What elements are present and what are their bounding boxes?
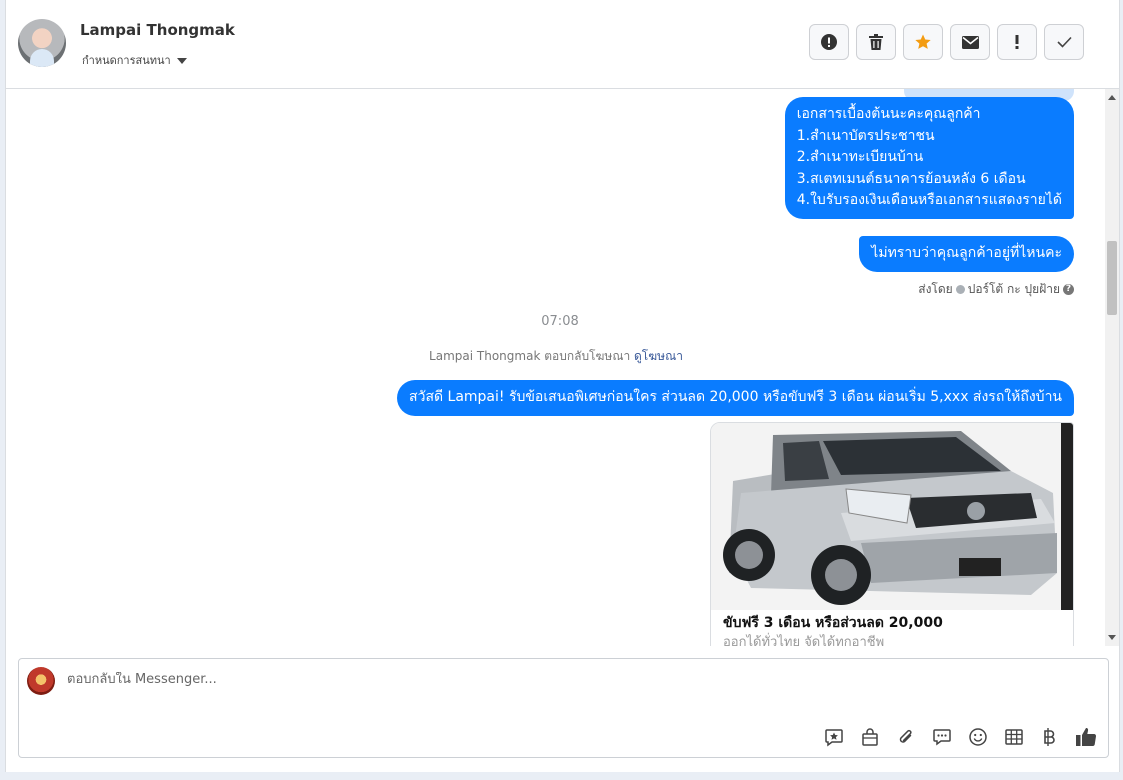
follow-up-button[interactable]: [997, 24, 1037, 60]
message-thread[interactable]: เอกสารเบื้องต้นนะคะคุณลูกค้า 1.สำเนาบัตร…: [6, 89, 1119, 646]
message-bubble-location-question[interactable]: ไม่ทราบว่าคุณลูกค้าอยู่ที่ไหนคะ: [859, 236, 1074, 272]
shopping-bag-icon: [862, 728, 878, 746]
pickup-truck-image: [711, 423, 1073, 610]
sent-by-prefix: ส่งโดย: [918, 282, 953, 296]
ad-subtitle: ออกได้ทั่วไทย จัดได้ทุกอาชีพ: [723, 635, 885, 646]
saved-reply-button[interactable]: [822, 725, 846, 749]
report-spam-button[interactable]: [809, 24, 849, 60]
assign-conversation-dropdown[interactable]: กำหนดการสนทนา: [82, 51, 187, 69]
trash-icon: [869, 34, 883, 50]
scroll-up-arrow-icon[interactable]: [1108, 95, 1116, 100]
sent-by-line: ส่งโดย ปอร์โต้ กะ ปุยฝ้าย ?: [918, 280, 1074, 299]
alert-circle-icon: [821, 34, 837, 50]
contact-avatar[interactable]: [18, 19, 66, 67]
thread-scrollbar[interactable]: [1105, 89, 1119, 646]
reply-composer: [18, 658, 1109, 758]
reply-ad-text: Lampai Thongmak ตอบกลับโฆษณา: [429, 349, 631, 363]
quick-reply-button[interactable]: [930, 725, 954, 749]
payment-button[interactable]: [1038, 725, 1062, 749]
attachment-icon: [899, 729, 912, 743]
baht-icon: [1044, 728, 1055, 746]
sent-by-name: ปอร์โต้ กะ ปุยฝ้าย: [967, 282, 1060, 296]
reply-to-ad-notice: Lampai Thongmak ตอบกลับโฆษณา ดูโฆษณา: [6, 347, 1106, 366]
table-button[interactable]: [1002, 725, 1026, 749]
ad-image: [711, 423, 1073, 610]
scroll-down-arrow-icon[interactable]: [1108, 635, 1116, 640]
composer-toolbar: [822, 725, 1098, 749]
page-avatar: [27, 667, 55, 695]
envelope-icon: [961, 35, 979, 49]
checkmark-icon: [1056, 36, 1072, 48]
exclamation-icon: [1015, 35, 1019, 49]
emoji-icon: [969, 728, 987, 746]
help-icon[interactable]: ?: [1063, 284, 1074, 295]
delete-button[interactable]: [856, 24, 896, 60]
thumbs-up-icon: [1076, 728, 1097, 746]
contact-name[interactable]: Lampai Thongmak: [80, 21, 235, 39]
conversation-panel: Lampai Thongmak กำหนดการสนทนา เอกสารเบื้…: [5, 0, 1120, 772]
chat-bubble-icon: [933, 729, 951, 746]
reply-input[interactable]: [67, 672, 767, 687]
star-button[interactable]: [903, 24, 943, 60]
mark-unread-button[interactable]: [950, 24, 990, 60]
message-bubble-offer[interactable]: สวัสดี Lampai! รับข้อเสนอพิเศษก่อนใคร ส่…: [397, 380, 1074, 416]
ad-card[interactable]: ขับฟรี 3 เดือน หรือส่วนลด 20,000 ออกได้ท…: [710, 422, 1074, 646]
table-icon: [1005, 729, 1023, 745]
message-timestamp: 07:08: [541, 314, 579, 329]
action-toolbar: [809, 24, 1084, 60]
saved-reply-icon: [825, 729, 843, 747]
mark-done-button[interactable]: [1044, 24, 1084, 60]
scrollbar-thumb[interactable]: [1107, 241, 1117, 315]
caret-down-icon: [176, 58, 187, 64]
view-ad-link[interactable]: ดูโฆษณา: [634, 349, 683, 363]
message-bubble-documents[interactable]: เอกสารเบื้องต้นนะคะคุณลูกค้า 1.สำเนาบัตร…: [784, 97, 1074, 219]
emoji-button[interactable]: [966, 725, 990, 749]
verified-dot-icon: [955, 285, 965, 294]
conversation-header: Lampai Thongmak กำหนดการสนทนา: [6, 0, 1119, 89]
assign-label: กำหนดการสนทนา: [82, 54, 171, 67]
star-icon: [915, 34, 931, 49]
shop-button[interactable]: [858, 725, 882, 749]
like-button[interactable]: [1074, 725, 1098, 749]
attach-button[interactable]: [894, 725, 918, 749]
